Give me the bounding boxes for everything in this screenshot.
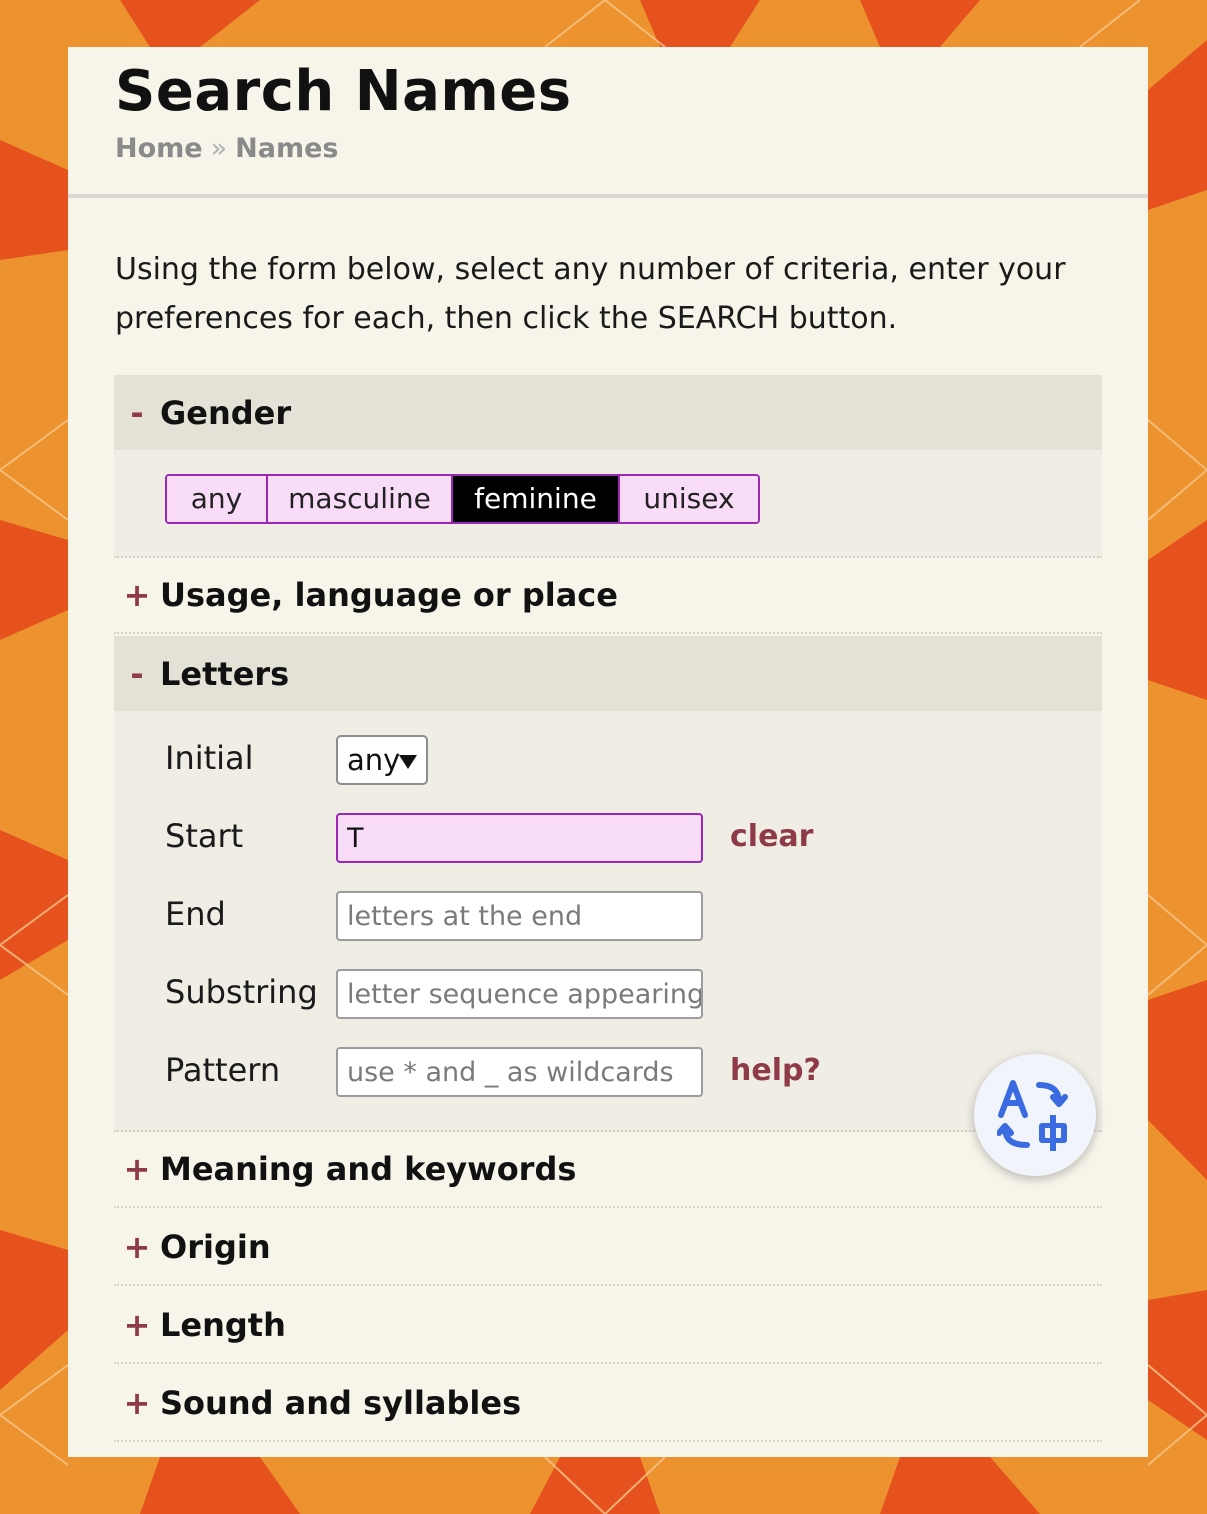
pattern-help-link[interactable]: help? <box>730 1053 821 1088</box>
expand-toggle-icon: + <box>123 1384 151 1422</box>
section-length-header[interactable]: + Length <box>114 1288 1102 1364</box>
breadcrumb-home-link[interactable]: Home <box>115 133 203 164</box>
gender-segmented-control: any masculine feminine unisex <box>165 474 760 524</box>
pattern-input[interactable] <box>336 1047 703 1097</box>
start-label: Start <box>165 817 244 855</box>
section-meaning-header[interactable]: + Meaning and keywords <box>114 1132 1102 1208</box>
expand-toggle-icon: + <box>123 576 151 614</box>
initial-select-value: any <box>347 743 401 777</box>
expand-toggle-icon: + <box>123 1306 151 1344</box>
initial-label: Initial <box>165 739 254 777</box>
dropdown-arrow-icon <box>399 755 417 769</box>
breadcrumb-names-link[interactable]: Names <box>235 133 338 164</box>
section-origin-header[interactable]: + Origin <box>114 1210 1102 1286</box>
section-usage-header[interactable]: + Usage, language or place <box>114 558 1102 634</box>
end-label: End <box>165 895 226 933</box>
gender-option-masculine[interactable]: masculine <box>268 476 453 522</box>
translate-button[interactable] <box>974 1054 1096 1176</box>
collapse-toggle-icon: - <box>130 393 144 432</box>
breadcrumb-separator: » <box>210 133 228 164</box>
breadcrumb: Home» Names <box>115 133 338 164</box>
gender-option-any[interactable]: any <box>167 476 268 522</box>
intro-text: Using the form below, select any number … <box>115 252 1066 336</box>
main-panel: Search Names Home» Names Using the form b… <box>68 47 1148 1457</box>
section-usage-title: Usage, language or place <box>160 576 618 614</box>
section-length-title: Length <box>160 1306 286 1344</box>
section-letters-title: Letters <box>160 654 290 693</box>
translate-icon <box>997 1080 1068 1151</box>
gender-option-unisex[interactable]: unisex <box>620 476 758 522</box>
section-sound-title: Sound and syllables <box>160 1384 522 1422</box>
section-letters-body: Initial any Start clear End Substring Pa… <box>114 711 1102 1132</box>
pattern-label: Pattern <box>165 1051 281 1089</box>
page-header: Search Names Home» Names <box>68 47 1148 198</box>
section-origin-title: Origin <box>160 1228 271 1266</box>
section-gender-title: Gender <box>160 393 292 432</box>
expand-toggle-icon: + <box>123 1150 151 1188</box>
section-meaning-title: Meaning and keywords <box>160 1150 577 1188</box>
end-input[interactable] <box>336 891 703 941</box>
expand-toggle-icon: + <box>123 1228 151 1266</box>
section-letters-header[interactable]: - Letters <box>114 636 1102 711</box>
section-gender-header[interactable]: - Gender <box>114 375 1102 450</box>
page-title: Search Names <box>115 59 572 124</box>
clear-link[interactable]: clear <box>730 819 813 854</box>
gender-option-feminine[interactable]: feminine <box>453 476 620 522</box>
initial-select[interactable]: any <box>336 735 428 785</box>
collapse-toggle-icon: - <box>130 654 144 693</box>
start-input[interactable] <box>336 813 703 863</box>
substring-label: Substring <box>165 973 318 1011</box>
section-sound-header[interactable]: + Sound and syllables <box>114 1366 1102 1442</box>
section-gender-body: any masculine feminine unisex <box>114 450 1102 558</box>
substring-input[interactable] <box>336 969 703 1019</box>
